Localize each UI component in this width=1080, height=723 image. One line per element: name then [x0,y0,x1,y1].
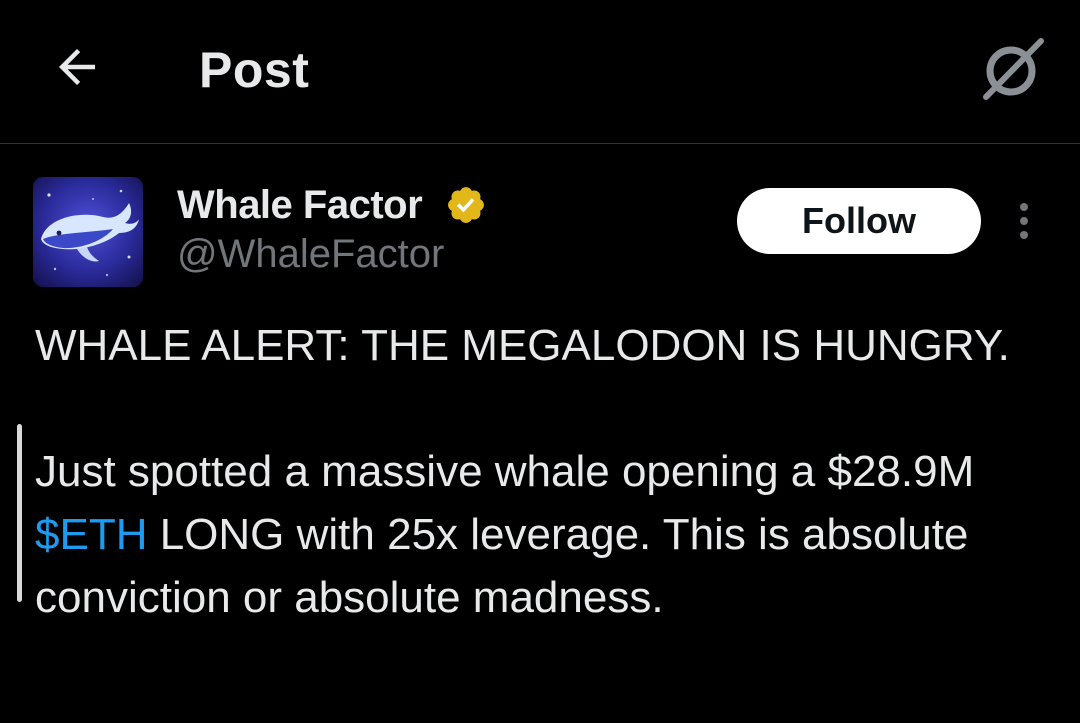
page-title: Post [199,42,310,98]
post-paragraph: WHALE ALERT: THE MEGALODON IS HUNGRY. [35,321,1010,370]
cashtag-link[interactable]: $ETH [35,510,147,559]
post-paragraph: Just spotted a massive whale opening a $… [35,447,975,622]
author-handle[interactable]: @WhaleFactor [177,229,444,279]
back-button[interactable] [40,30,114,104]
scroll-indicator [17,424,22,602]
post-text: WHALE ALERT: THE MEGALODON IS HUNGRY. Ju… [35,314,1055,629]
top-bar: Post [0,0,1080,144]
grok-button[interactable] [975,30,1051,106]
arrow-left-icon [59,49,95,85]
verified-badge-icon [448,187,484,223]
whale-avatar [33,177,143,287]
grok-icon [983,38,1044,100]
avatar[interactable] [33,177,143,287]
follow-button[interactable]: Follow [737,188,981,254]
more-vertical-icon [1020,203,1028,211]
more-options-button[interactable] [1004,196,1044,246]
author-display-name[interactable]: Whale Factor [177,180,423,230]
